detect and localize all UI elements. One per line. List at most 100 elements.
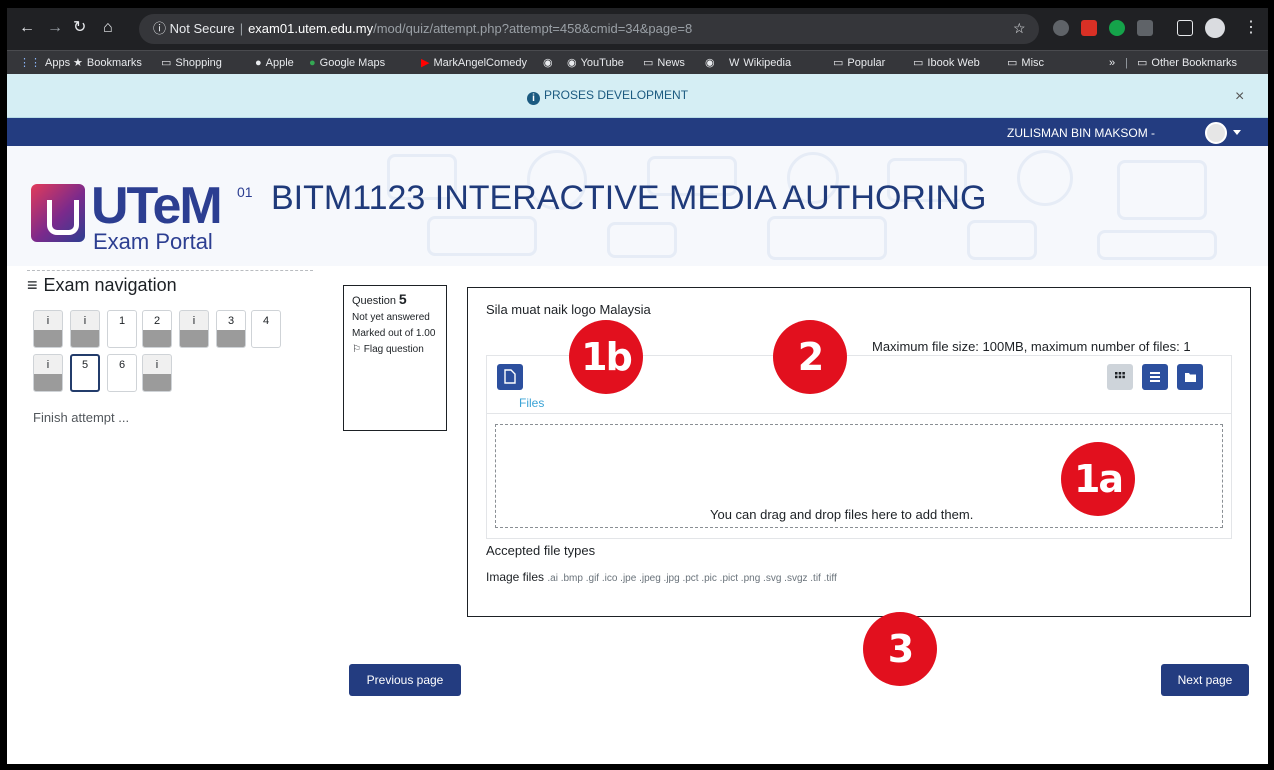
bookmark-youtube[interactable]: ◉ YouTube: [567, 52, 624, 74]
bookmark-wikipedia[interactable]: W Wikipedia: [729, 52, 791, 74]
bookmark-apps[interactable]: ⋮⋮ Apps: [19, 52, 70, 74]
nav-button-question-2[interactable]: 2: [142, 310, 172, 348]
youtube-icon: ▶: [421, 57, 430, 69]
bookmark-other[interactable]: ▭ Other Bookmarks: [1137, 52, 1237, 74]
folder-icon: ▭: [1137, 57, 1148, 69]
icon-view-button[interactable]: [1107, 364, 1133, 390]
menu-icon[interactable]: ⋮: [1243, 19, 1259, 37]
folder-icon: ▭: [161, 57, 172, 69]
globe-icon[interactable]: ◉: [705, 52, 715, 74]
files-label: Files: [519, 396, 545, 410]
profile-icon[interactable]: [1205, 18, 1225, 38]
tree-view-button[interactable]: [1177, 364, 1203, 390]
bookmark-apple[interactable]: ● Apple: [255, 52, 294, 74]
drop-zone-text: You can drag and drop files here to add …: [710, 507, 974, 522]
accepted-types-label: Accepted file types: [486, 543, 596, 558]
nav-button-info[interactable]: i: [33, 310, 63, 348]
browser-window: ← → ↻ ⌂ ⓘ Not Secure | exam01.utem.edu.my/…: [7, 8, 1268, 764]
close-icon[interactable]: ×: [1235, 89, 1244, 105]
home-icon[interactable]: ⌂: [103, 19, 113, 37]
apple-icon: ●: [255, 57, 262, 69]
bookmark-bookmarks[interactable]: ★ Bookmarks: [73, 52, 142, 74]
question-text: Sila muat naik logo Malaysia: [486, 302, 651, 317]
bookmark-news[interactable]: ▭ News: [643, 52, 685, 74]
flag-question-link[interactable]: ⚐ Flag question: [352, 344, 438, 355]
extension-icon[interactable]: [1053, 20, 1069, 36]
grid-icon: [1115, 372, 1125, 379]
callout-marker-2: 2: [773, 320, 847, 394]
finish-attempt-link[interactable]: Finish attempt ...: [33, 410, 129, 425]
folder-icon: ▭: [643, 57, 654, 69]
map-pin-icon: ●: [309, 57, 316, 69]
add-file-button[interactable]: [497, 364, 523, 390]
hamburger-icon[interactable]: ≡: [27, 275, 38, 296]
info-icon[interactable]: ⓘ: [153, 21, 166, 36]
question-info: Question 5 Not yet answered Marked out o…: [343, 285, 447, 431]
extension-icon[interactable]: [1081, 20, 1097, 36]
bookmark-misc[interactable]: ▭ Misc: [1007, 52, 1044, 74]
address-bar[interactable]: ⓘ Not Secure | exam01.utem.edu.my/mod/quiz…: [139, 14, 1039, 44]
nav-button-question-4[interactable]: 4: [251, 310, 281, 348]
avatar[interactable]: [1205, 122, 1227, 144]
bookmark-ibook-web[interactable]: ▭ Ibook Web: [913, 52, 980, 74]
browser-toolbar: ← → ↻ ⌂ ⓘ Not Secure | exam01.utem.edu.my/…: [7, 8, 1268, 50]
file-icon: [504, 369, 516, 384]
next-page-button[interactable]: Next page: [1161, 664, 1249, 696]
url-host: exam01.utem.edu.my: [248, 21, 374, 36]
nav-button-info[interactable]: i: [33, 354, 63, 392]
divider: [27, 270, 313, 271]
nav-button-info[interactable]: i: [179, 310, 209, 348]
nav-button-question-1[interactable]: 1: [107, 310, 137, 348]
reload-icon[interactable]: ↻: [73, 19, 86, 37]
grammarly-icon[interactable]: [1109, 20, 1125, 36]
forward-icon[interactable]: →: [47, 19, 63, 37]
back-icon[interactable]: ←: [19, 19, 35, 37]
site-logo[interactable]: UTeM 01 Exam Portal: [31, 174, 253, 254]
alert-text: PROSES DEVELOPMENT: [544, 88, 689, 102]
previous-page-button[interactable]: Previous page: [349, 664, 461, 696]
bookmark-shopping[interactable]: ▭ Shopping: [161, 52, 222, 74]
callout-marker-1b: 1b: [569, 320, 643, 394]
bookmark-markangelcomedy[interactable]: ▶ MarkAngelComedy: [421, 52, 527, 74]
bookmark-google-maps[interactable]: ● Google Maps: [309, 52, 385, 74]
question-marks: Marked out of 1.00: [352, 328, 436, 339]
user-navbar: ZULISMAN BIN MAKSOM -: [7, 118, 1268, 146]
security-label: Not Secure: [169, 21, 235, 36]
folder-icon: ▭: [913, 57, 924, 69]
globe-icon: ◉: [567, 57, 577, 69]
wikipedia-icon: W: [729, 57, 740, 69]
cast-icon[interactable]: [1177, 20, 1193, 36]
nav-button-info[interactable]: i: [142, 354, 172, 392]
url-path: /mod/quiz/attempt.php?attempt=458&cmid=3…: [373, 21, 693, 36]
nav-button-question-3[interactable]: 3: [216, 310, 246, 348]
folder-icon: ▭: [1007, 57, 1018, 69]
nav-button-info[interactable]: i: [70, 310, 100, 348]
exam-navigation-title: ≡ Exam navigation: [27, 275, 177, 296]
bookmarks-more[interactable]: »: [1109, 52, 1115, 74]
star-icon[interactable]: ☆: [1013, 19, 1026, 37]
question-number: 5: [398, 291, 407, 307]
apps-grid-icon: ⋮⋮: [19, 57, 41, 69]
callout-marker-3: 3: [863, 612, 937, 686]
bookmark-popular[interactable]: ▭ Popular: [833, 52, 885, 74]
max-file-info: Maximum file size: 100MB, maximum number…: [872, 339, 1191, 354]
callout-marker-1a: 1a: [1061, 442, 1135, 516]
chevron-down-icon[interactable]: [1233, 130, 1241, 135]
info-icon: i: [527, 92, 540, 105]
utem-logo-icon: [31, 184, 85, 242]
star-icon: ★: [73, 57, 83, 69]
bookmarks-bar: ⋮⋮ Apps ★ Bookmarks ▭ Shopping ● Apple ● Goog…: [7, 50, 1268, 74]
nav-button-question-5[interactable]: 5: [70, 354, 100, 392]
page-title: BITM1123 INTERACTIVE MEDIA AUTHORING: [271, 179, 987, 217]
list-icon: [1150, 372, 1160, 382]
nav-button-question-6[interactable]: 6: [107, 354, 137, 392]
question-state: Not yet answered: [352, 312, 430, 323]
extension-icon[interactable]: [1137, 20, 1153, 36]
site-alert: i PROSES DEVELOPMENT ×: [7, 74, 1268, 118]
user-name[interactable]: ZULISMAN BIN MAKSOM -: [1007, 126, 1155, 140]
accepted-file-types: Image files .ai .bmp .gif .ico .jpe .jpe…: [486, 570, 837, 584]
folder-icon: [1185, 373, 1196, 382]
folder-icon: ▭: [833, 57, 844, 69]
list-view-button[interactable]: [1142, 364, 1168, 390]
globe-icon[interactable]: ◉: [543, 52, 553, 74]
